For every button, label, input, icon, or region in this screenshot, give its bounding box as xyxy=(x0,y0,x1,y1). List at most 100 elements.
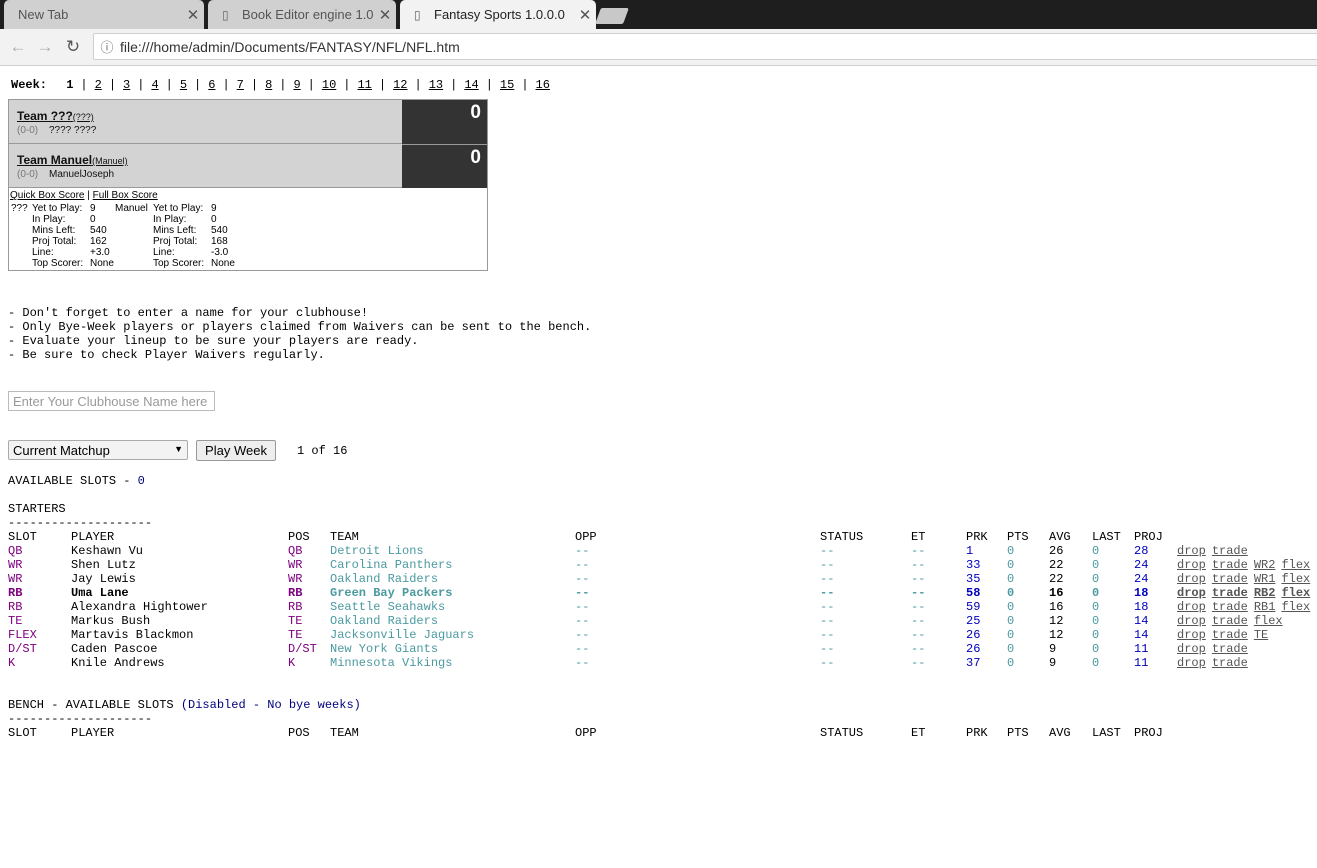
trade-link[interactable]: trade xyxy=(1212,558,1248,572)
flex-link[interactable]: flex xyxy=(1281,558,1310,572)
week-link-7[interactable]: 7 xyxy=(237,78,244,92)
info-icon[interactable]: ⓘ xyxy=(94,37,120,56)
cell-last: 0 xyxy=(1092,544,1100,558)
box-score-links: Quick Box Score | Full Box Score xyxy=(10,190,158,201)
week-link-11[interactable]: 11 xyxy=(357,78,371,92)
col-header: ET xyxy=(911,726,926,740)
week-link-5[interactable]: 5 xyxy=(180,78,187,92)
play-week-button[interactable]: Play Week xyxy=(196,440,276,461)
trade-link[interactable]: trade xyxy=(1212,600,1248,614)
clubhouse-name-input[interactable] xyxy=(8,391,215,411)
team-name-link[interactable]: Team Manuel(Manuel) xyxy=(17,153,128,167)
url-text: file:///home/admin/Documents/FANTASY/NFL… xyxy=(120,38,460,55)
week-link-4[interactable]: 4 xyxy=(151,78,158,92)
rb1-link[interactable]: RB1 xyxy=(1254,600,1276,614)
available-slots-count: 0 xyxy=(137,474,145,488)
cell-et: -- xyxy=(911,614,926,628)
team-name[interactable]: Team ??? xyxy=(17,109,73,123)
cell-prk: 58 xyxy=(966,586,981,600)
drop-link[interactable]: drop xyxy=(1177,558,1206,572)
address-bar[interactable]: ⓘ file:///home/admin/Documents/FANTASY/N… xyxy=(93,33,1317,60)
trade-link[interactable]: trade xyxy=(1212,614,1248,628)
forward-arrow-icon[interactable]: → xyxy=(35,37,55,57)
week-link-3[interactable]: 3 xyxy=(123,78,130,92)
cell-avg: 22 xyxy=(1049,572,1064,586)
week-link-8[interactable]: 8 xyxy=(265,78,272,92)
drop-link[interactable]: drop xyxy=(1177,656,1206,670)
drop-link[interactable]: drop xyxy=(1177,614,1206,628)
trade-link[interactable]: trade xyxy=(1212,544,1248,558)
stat-label: Mins Left: xyxy=(153,225,197,236)
cell-player: Martavis Blackmon xyxy=(71,628,194,642)
cell-pos: TE xyxy=(288,628,303,642)
week-selector: Week: 1 | 2 | 3 | 4 | 5 | 6 | 7 | 8 | 9 | 10 | 11 | 12 | 13 | 14 | 1… xyxy=(11,78,550,92)
reload-icon[interactable]: ↻ xyxy=(63,37,83,57)
cell-team: Seattle Seahawks xyxy=(330,600,446,614)
cell-team: Oakland Raiders xyxy=(330,614,439,628)
cell-pos: QB xyxy=(288,544,303,558)
week-separator: | xyxy=(307,78,315,92)
browser-toolbar: ← → ↻ ⓘ file:///home/admin/Documents/FAN… xyxy=(0,29,1317,66)
trade-link[interactable]: trade xyxy=(1212,628,1248,642)
new-tab-button[interactable] xyxy=(595,8,629,24)
full-box-score-link[interactable]: Full Box Score xyxy=(93,190,158,201)
week-link-12[interactable]: 12 xyxy=(393,78,407,92)
cell-last: 0 xyxy=(1092,600,1100,614)
rb2-link[interactable]: RB2 xyxy=(1254,586,1276,600)
close-icon[interactable]: ✕ xyxy=(374,6,396,24)
trade-link[interactable]: trade xyxy=(1212,586,1248,600)
tab-fantasy-sports[interactable]: ▯ Fantasy Sports 1.0.0.0 ✕ xyxy=(400,0,596,29)
matchup-select[interactable]: Current Matchup ▼ xyxy=(8,440,188,460)
week-link-15[interactable]: 15 xyxy=(500,78,514,92)
flex-link[interactable]: flex xyxy=(1254,614,1283,628)
cell-proj: 11 xyxy=(1134,642,1149,656)
cell-team: Oakland Raiders xyxy=(330,572,439,586)
week-link-14[interactable]: 14 xyxy=(464,78,478,92)
cell-opp: -- xyxy=(575,614,590,628)
drop-link[interactable]: drop xyxy=(1177,544,1206,558)
te-link[interactable]: TE xyxy=(1254,628,1268,642)
divider: -------------------- xyxy=(8,712,153,726)
drop-link[interactable]: drop xyxy=(1177,642,1206,656)
close-icon[interactable]: ✕ xyxy=(182,6,204,24)
team-stats: Manuel Yet to Play: 9 In Play: 0 Mins Left:… xyxy=(115,203,235,269)
close-icon[interactable]: ✕ xyxy=(574,6,596,24)
stat-label: In Play: xyxy=(153,214,187,225)
cell-avg: 12 xyxy=(1049,614,1064,628)
tab-book-editor[interactable]: ▯ Book Editor engine 1.0 ✕ xyxy=(208,0,396,29)
cell-et: -- xyxy=(911,586,926,600)
trade-link[interactable]: trade xyxy=(1212,656,1248,670)
wr1-link[interactable]: WR1 xyxy=(1254,572,1276,586)
cell-status: -- xyxy=(820,558,835,572)
trade-link[interactable]: trade xyxy=(1212,572,1248,586)
week-link-6[interactable]: 6 xyxy=(208,78,215,92)
cell-player: Shen Lutz xyxy=(71,558,136,572)
stat-value: 0 xyxy=(211,214,217,225)
cell-last: 0 xyxy=(1092,572,1100,586)
week-link-13[interactable]: 13 xyxy=(429,78,443,92)
back-arrow-icon[interactable]: ← xyxy=(8,37,28,57)
drop-link[interactable]: drop xyxy=(1177,586,1206,600)
tab-new-tab[interactable]: New Tab ✕ xyxy=(4,0,204,29)
week-separator: | xyxy=(222,78,230,92)
week-link-9[interactable]: 9 xyxy=(293,78,300,92)
team-name[interactable]: Team Manuel xyxy=(17,153,92,167)
team-name-link[interactable]: Team ???(???) xyxy=(17,109,94,123)
flex-link[interactable]: flex xyxy=(1281,572,1310,586)
flex-link[interactable]: flex xyxy=(1281,586,1310,600)
week-link-16[interactable]: 16 xyxy=(536,78,550,92)
drop-link[interactable]: drop xyxy=(1177,572,1206,586)
week-link-10[interactable]: 10 xyxy=(322,78,336,92)
flex-link[interactable]: flex xyxy=(1281,600,1310,614)
col-header: TEAM xyxy=(330,726,359,740)
drop-link[interactable]: drop xyxy=(1177,600,1206,614)
note-line: - Evaluate your lineup to be sure your p… xyxy=(8,334,419,348)
drop-link[interactable]: drop xyxy=(1177,628,1206,642)
col-header: PLAYER xyxy=(71,530,115,544)
week-link-1[interactable]: 1 xyxy=(66,78,73,92)
week-link-2[interactable]: 2 xyxy=(95,78,102,92)
wr2-link[interactable]: WR2 xyxy=(1254,558,1276,572)
trade-link[interactable]: trade xyxy=(1212,642,1248,656)
quick-box-score-link[interactable]: Quick Box Score xyxy=(10,190,84,201)
cell-status: -- xyxy=(820,628,835,642)
